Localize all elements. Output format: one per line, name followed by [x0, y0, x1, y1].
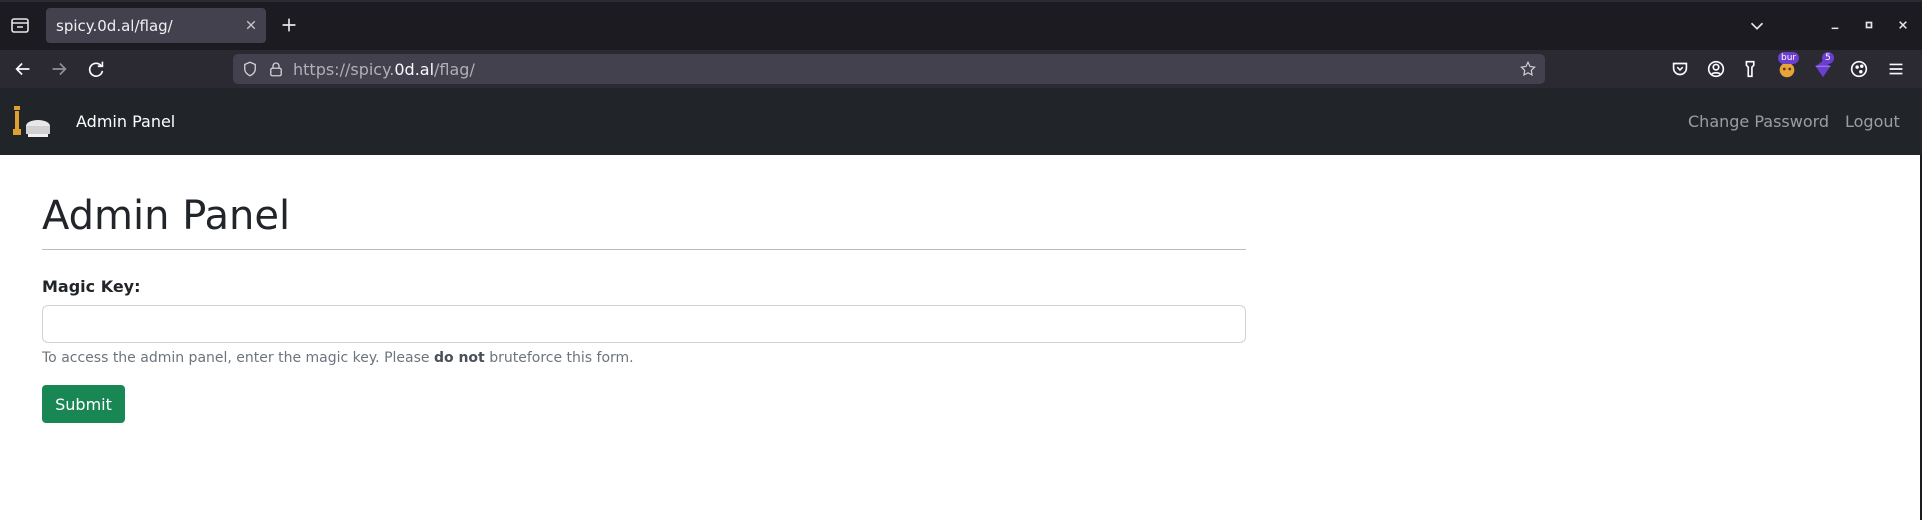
- help-text-before: To access the admin panel, enter the mag…: [42, 350, 434, 366]
- main-content: Admin Panel Magic Key: To access the adm…: [0, 155, 1922, 520]
- site-navbar: Admin Panel Change Password Logout: [0, 88, 1922, 155]
- browser-tab-active[interactable]: spicy.0d.al/flag/: [46, 8, 266, 43]
- url-prefix: https://spicy.: [293, 60, 395, 79]
- extension-badge: 5: [1822, 52, 1834, 64]
- brand-name[interactable]: Admin Panel: [76, 112, 175, 131]
- url-host: 0d.al: [394, 60, 435, 79]
- close-window-icon[interactable]: [1893, 15, 1913, 35]
- extension-burp-icon[interactable]: bur: [1776, 52, 1800, 80]
- extension-gem-icon[interactable]: 5: [1812, 52, 1834, 80]
- browser-toolbar: https://spicy.0d.al/flag/ bur 5: [0, 50, 1922, 88]
- cookie-icon[interactable]: [1848, 58, 1870, 80]
- tab-strip-top-line: [0, 0, 1922, 2]
- help-text: To access the admin panel, enter the mag…: [42, 350, 634, 366]
- submit-button[interactable]: Submit: [42, 385, 125, 423]
- plus-icon[interactable]: [278, 14, 300, 36]
- brand-logo[interactable]: [12, 102, 52, 142]
- title-divider: [42, 249, 1246, 250]
- url-bar[interactable]: https://spicy.0d.al/flag/: [233, 54, 1545, 84]
- share-icon[interactable]: [1740, 58, 1762, 80]
- help-text-emphasis: do not: [433, 350, 485, 366]
- reload-icon[interactable]: [85, 58, 107, 80]
- lock-icon[interactable]: [267, 60, 285, 78]
- magic-key-input[interactable]: [42, 305, 1246, 343]
- page-title: Admin Panel: [42, 193, 291, 239]
- help-text-after: bruteforce this form.: [484, 350, 634, 366]
- browser-tab-strip: spicy.0d.al/flag/: [0, 0, 1922, 50]
- extension-badge: bur: [1778, 52, 1800, 64]
- minimize-icon[interactable]: [1825, 15, 1845, 35]
- back-arrow-icon[interactable]: [12, 58, 34, 80]
- magic-key-label: Magic Key:: [42, 277, 141, 296]
- shield-icon[interactable]: [241, 60, 259, 78]
- pocket-icon[interactable]: [1669, 58, 1691, 80]
- tab-list-icon[interactable]: [8, 13, 32, 37]
- url-path: /flag/: [434, 60, 475, 79]
- chevron-down-icon[interactable]: [1746, 15, 1768, 37]
- maximize-icon[interactable]: [1859, 15, 1879, 35]
- nav-logout[interactable]: Logout: [1845, 112, 1900, 131]
- tab-title: spicy.0d.al/flag/: [56, 17, 173, 35]
- star-icon[interactable]: [1519, 60, 1537, 78]
- forward-arrow-icon[interactable]: [48, 58, 70, 80]
- close-icon[interactable]: [242, 16, 260, 34]
- account-icon[interactable]: [1705, 58, 1727, 80]
- hamburger-menu-icon[interactable]: [1885, 58, 1907, 80]
- url-text[interactable]: https://spicy.0d.al/flag/: [293, 60, 475, 79]
- nav-change-password[interactable]: Change Password: [1688, 112, 1829, 131]
